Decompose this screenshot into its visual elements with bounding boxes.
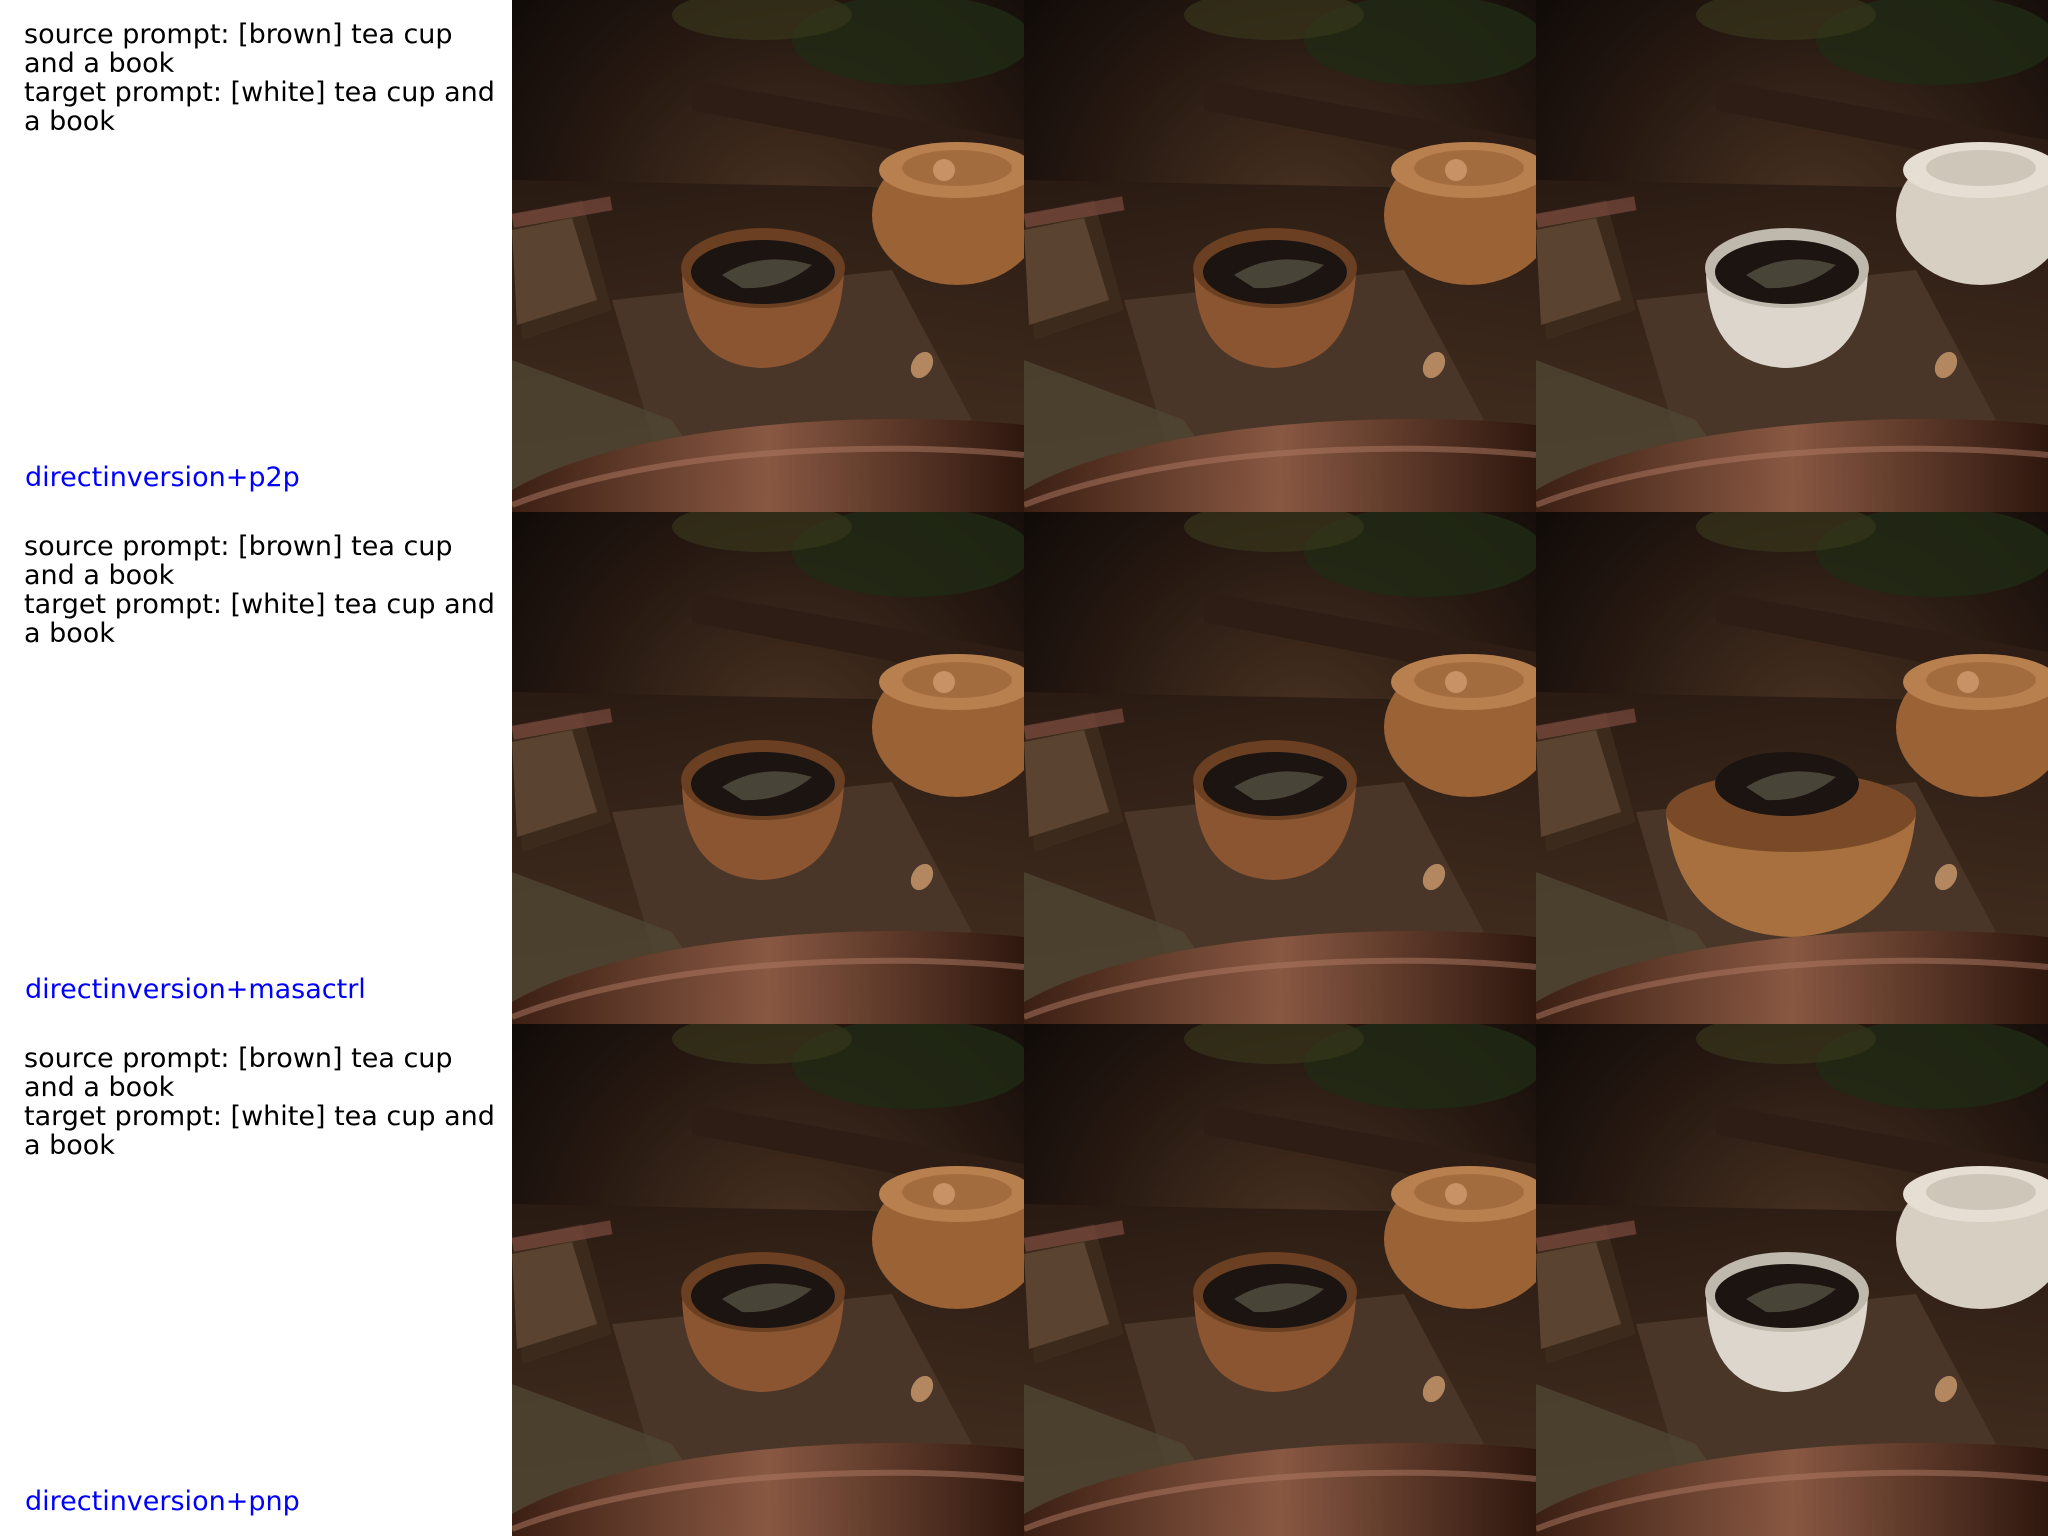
source-prompt: source prompt: [brown] tea cup and a boo…	[24, 19, 453, 79]
photo-reconstruction	[1024, 512, 1536, 1024]
row-label-cell: source prompt: [brown] tea cup and a boo…	[0, 1024, 512, 1536]
photo-reconstruction	[1024, 1024, 1536, 1536]
result-row: source prompt: [brown] tea cup and a boo…	[0, 1024, 2048, 1536]
result-row: source prompt: [brown] tea cup and a boo…	[0, 0, 2048, 512]
method-label: directinversion+pnp	[25, 1486, 300, 1517]
photo-source	[512, 1024, 1024, 1536]
image-panel-source	[512, 512, 1024, 1024]
photo-source	[512, 512, 1024, 1024]
photo-source	[512, 0, 1024, 512]
prompt-block: source prompt: [brown] tea cup and a boo…	[24, 532, 504, 648]
method-label: directinversion+masactrl	[25, 974, 366, 1005]
target-prompt: target prompt: [white] tea cup and a boo…	[24, 1101, 495, 1161]
prompt-block: source prompt: [brown] tea cup and a boo…	[24, 1044, 504, 1160]
target-prompt: target prompt: [white] tea cup and a boo…	[24, 77, 495, 137]
row-label-cell: source prompt: [brown] tea cup and a boo…	[0, 0, 512, 512]
image-panel-edited	[1536, 0, 2048, 512]
photo-edited	[1536, 512, 2048, 1024]
image-panel-source	[512, 0, 1024, 512]
source-prompt: source prompt: [brown] tea cup and a boo…	[24, 1043, 453, 1103]
image-panel-reconstruction	[1024, 1024, 1536, 1536]
method-label: directinversion+p2p	[25, 462, 300, 493]
comparison-grid: source prompt: [brown] tea cup and a boo…	[0, 0, 2048, 1536]
photo-edited	[1536, 1024, 2048, 1536]
row-label-cell: source prompt: [brown] tea cup and a boo…	[0, 512, 512, 1024]
image-panel-edited	[1536, 1024, 2048, 1536]
image-panel-reconstruction	[1024, 512, 1536, 1024]
source-prompt: source prompt: [brown] tea cup and a boo…	[24, 531, 453, 591]
image-panel-edited	[1536, 512, 2048, 1024]
result-row: source prompt: [brown] tea cup and a boo…	[0, 512, 2048, 1024]
image-panel-reconstruction	[1024, 0, 1536, 512]
image-panel-source	[512, 1024, 1024, 1536]
prompt-block: source prompt: [brown] tea cup and a boo…	[24, 20, 504, 136]
photo-edited	[1536, 0, 2048, 512]
target-prompt: target prompt: [white] tea cup and a boo…	[24, 589, 495, 649]
photo-reconstruction	[1024, 0, 1536, 512]
